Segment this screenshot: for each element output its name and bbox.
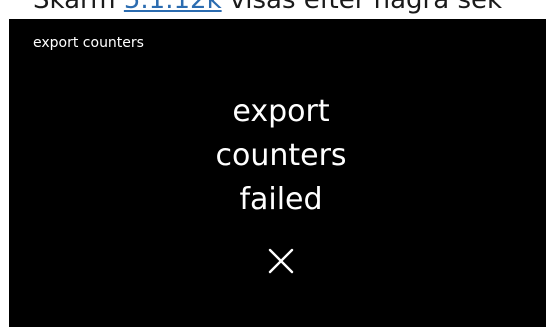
message-line-3: failed	[239, 182, 323, 217]
message-line-1: export	[232, 94, 330, 129]
caption-text-before: Skärm	[33, 0, 124, 15]
document-caption: Skärm 5.1.12k visas efter några sek	[33, 0, 502, 16]
close-button[interactable]	[261, 241, 301, 281]
close-x-icon	[268, 248, 294, 274]
screen-title: export counters	[33, 35, 144, 51]
error-message: export counters failed	[9, 90, 546, 222]
message-line-2: counters	[215, 138, 347, 173]
device-screen: export counters export counters failed	[9, 19, 546, 327]
caption-text-after: visas efter några sek	[221, 0, 503, 15]
caption-screen-link[interactable]: 5.1.12k	[124, 0, 222, 15]
